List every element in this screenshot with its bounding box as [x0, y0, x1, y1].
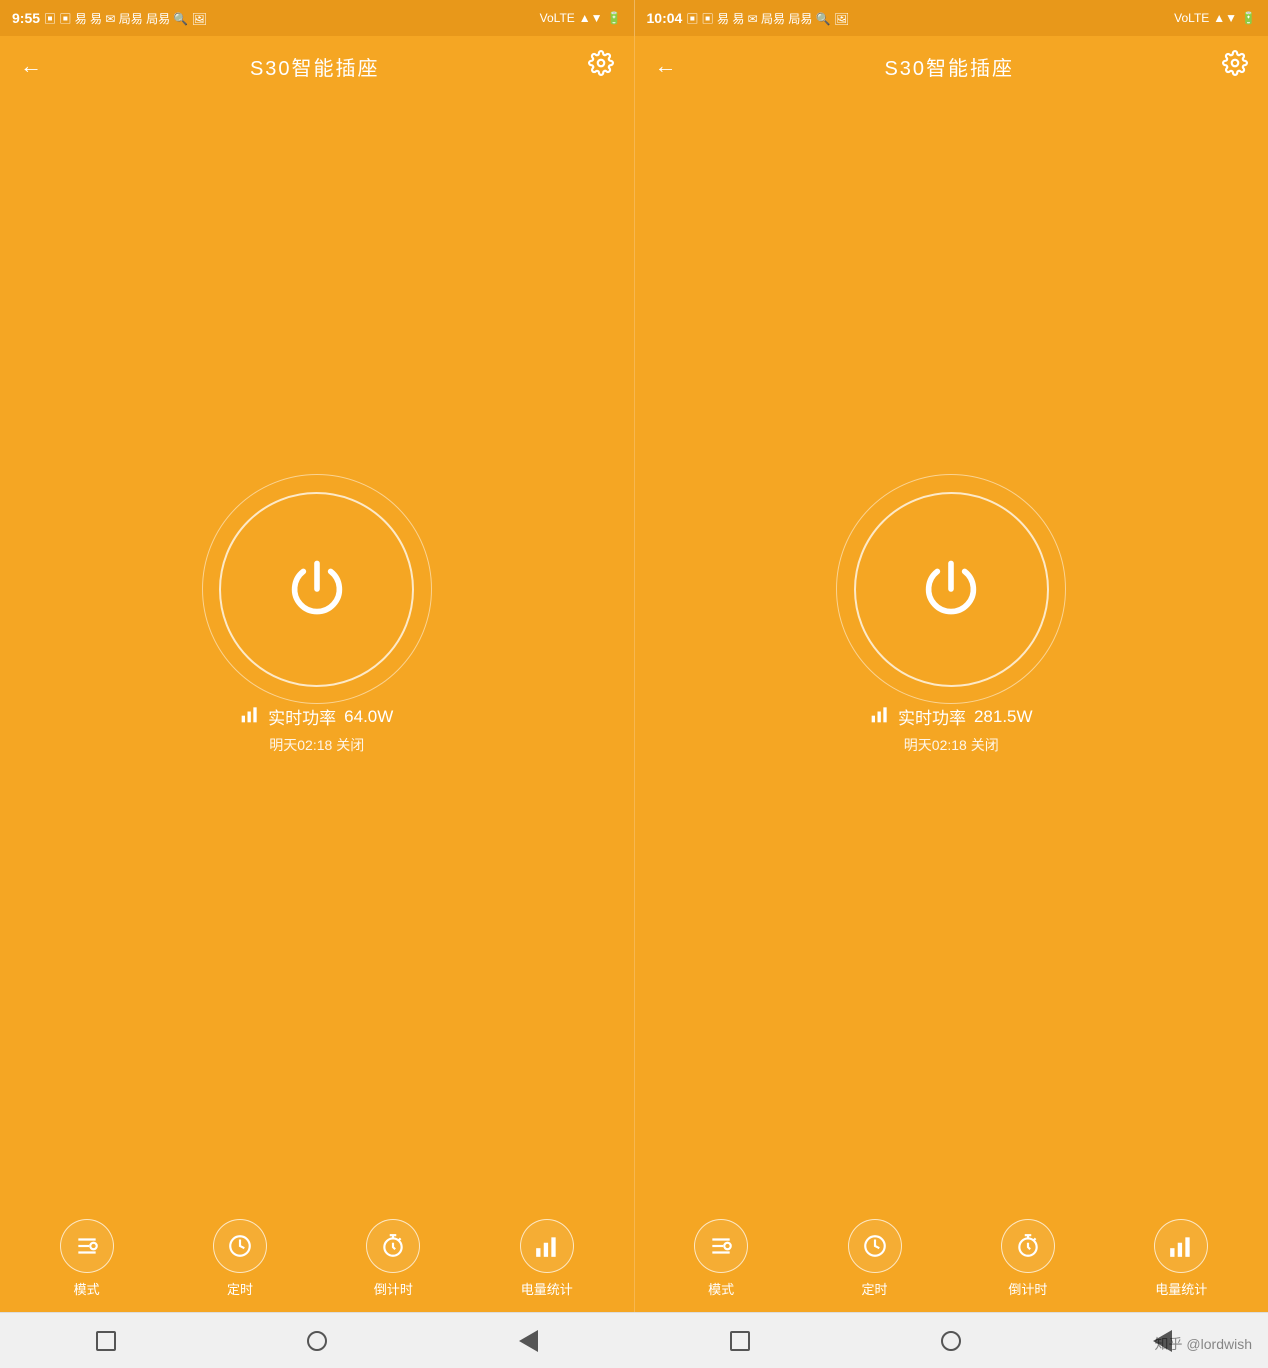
status-icons-left: ▣ ▣ 易 易 ✉ 局易 局易 🔍 🖼 [44, 10, 207, 27]
left-settings-icon[interactable] [588, 50, 614, 82]
right-inner-ring [854, 492, 1049, 687]
right-settings-icon[interactable] [1222, 50, 1248, 82]
left-countdown-button[interactable]: 倒计时 [366, 1219, 420, 1298]
right-stats-icon [1154, 1219, 1208, 1273]
right-power-reading: 实时功率 281.5W [870, 704, 1033, 729]
left-mode-icon [60, 1219, 114, 1273]
status-time-left: 9:55 [12, 10, 40, 26]
status-bar-left: 9:55 ▣ ▣ 易 易 ✉ 局易 局易 🔍 🖼 VoLTE ▲▼ 🔋 [0, 0, 634, 36]
right-schedule: 明天02:18 关闭 [870, 735, 1033, 755]
right-power-area: 实时功率 281.5W 明天02:18 关闭 [635, 96, 1268, 1203]
left-inner-ring [219, 492, 414, 687]
left-header: ← S30智能插座 [0, 36, 634, 96]
left-panel-title: S30智能插座 [250, 52, 380, 81]
left-back-nav-button[interactable] [498, 1321, 558, 1361]
right-home-nav-button[interactable] [921, 1321, 981, 1361]
right-panel-title: S30智能插座 [884, 52, 1014, 81]
right-square-nav-button[interactable] [710, 1321, 770, 1361]
watermark-text: 知乎 @lordwish [1155, 1334, 1252, 1354]
left-power-value: 64.0W [344, 707, 393, 727]
right-countdown-icon [1001, 1219, 1055, 1273]
right-timer-icon [848, 1219, 902, 1273]
left-outer-ring [202, 474, 432, 704]
right-stats-button[interactable]: 电量统计 [1154, 1219, 1208, 1298]
left-power-button[interactable] [239, 512, 394, 667]
left-timer-icon [213, 1219, 267, 1273]
left-stats-label: 电量统计 [521, 1279, 573, 1298]
bottom-navigation: 知乎 @lordwish [0, 1312, 1268, 1368]
right-timer-button[interactable]: 定时 [848, 1219, 902, 1298]
right-mode-icon [694, 1219, 748, 1273]
left-stats-icon [520, 1219, 574, 1273]
right-power-button[interactable] [874, 512, 1029, 667]
right-mode-label: 模式 [708, 1279, 734, 1298]
right-bar-chart-icon [870, 704, 890, 729]
left-bar-chart-icon [240, 704, 260, 729]
left-square-nav-button[interactable] [76, 1321, 136, 1361]
right-countdown-button[interactable]: 倒计时 [1001, 1219, 1055, 1298]
left-timer-label: 定时 [227, 1279, 253, 1298]
right-timer-label: 定时 [862, 1279, 888, 1298]
right-mode-button[interactable]: 模式 [694, 1219, 748, 1298]
right-power-value: 281.5W [974, 707, 1033, 727]
left-power-reading: 实时功率 64.0W [240, 704, 393, 729]
left-countdown-label: 倒计时 [374, 1279, 413, 1298]
status-right-right: VoLTE ▲▼ 🔋 [1174, 11, 1256, 25]
toolbar-row: 模式 定时 倒计时 [0, 1203, 1268, 1312]
right-power-label: 实时功率 [898, 704, 966, 729]
status-right-left: VoLTE ▲▼ 🔋 [540, 11, 622, 25]
status-time-right: 10:04 [647, 10, 683, 26]
left-power-label: 实时功率 [268, 704, 336, 729]
left-panel: ← S30智能插座 [0, 36, 634, 1203]
right-back-button[interactable]: ← [655, 53, 677, 79]
status-bar-right: 10:04 ▣ ▣ 易 易 ✉ 局易 局易 🔍 🖼 VoLTE ▲▼ 🔋 [634, 0, 1268, 36]
left-countdown-icon [366, 1219, 420, 1273]
right-panel: ← S30智能插座 [634, 36, 1268, 1203]
left-info: 实时功率 64.0W 明天02:18 关闭 [240, 704, 393, 785]
left-home-nav-button[interactable] [287, 1321, 347, 1361]
left-stats-button[interactable]: 电量统计 [520, 1219, 574, 1298]
left-mode-button[interactable]: 模式 [60, 1219, 114, 1298]
right-countdown-label: 倒计时 [1008, 1279, 1047, 1298]
right-header: ← S30智能插座 [635, 36, 1268, 96]
left-power-area: 实时功率 64.0W 明天02:18 关闭 [0, 96, 634, 1203]
left-schedule: 明天02:18 关闭 [240, 735, 393, 755]
left-back-button[interactable]: ← [20, 53, 42, 79]
right-toolbar: 模式 定时 倒计时 [634, 1203, 1268, 1312]
right-info: 实时功率 281.5W 明天02:18 关闭 [870, 704, 1033, 785]
left-mode-label: 模式 [74, 1279, 100, 1298]
right-outer-ring [836, 474, 1066, 704]
left-timer-button[interactable]: 定时 [213, 1219, 267, 1298]
status-icons-right: ▣ ▣ 易 易 ✉ 局易 局易 🔍 🖼 [686, 10, 849, 27]
left-toolbar: 模式 定时 倒计时 [0, 1203, 634, 1312]
right-stats-label: 电量统计 [1155, 1279, 1207, 1298]
